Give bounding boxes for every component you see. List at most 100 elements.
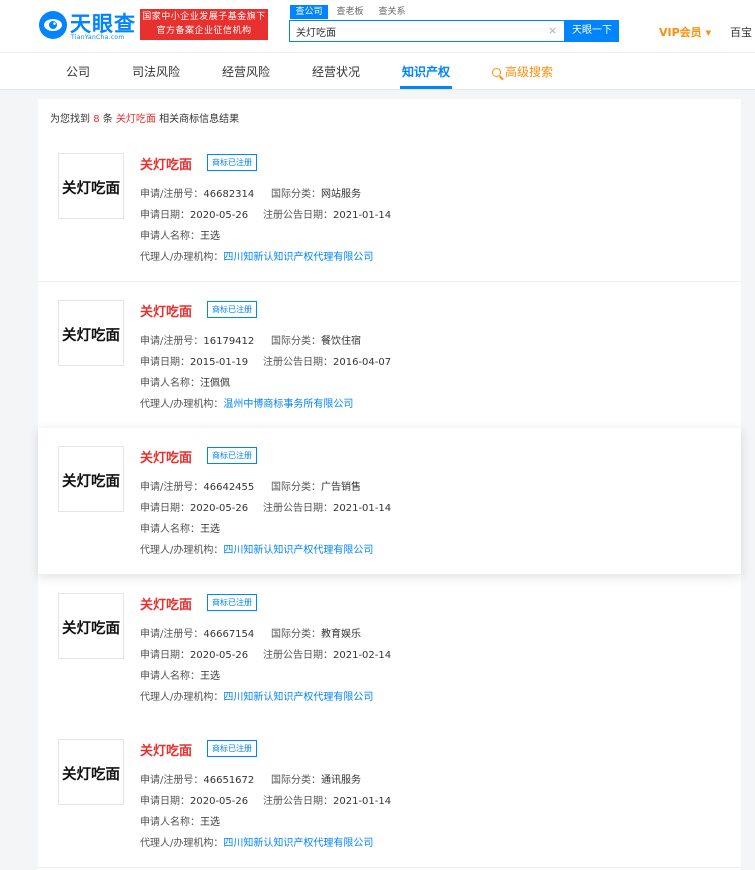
trademark-name[interactable]: 关灯吃面 bbox=[140, 301, 192, 320]
pub-date-value: 2021-02-14 bbox=[333, 650, 392, 661]
nav-intellectual-property[interactable]: 知识产权 bbox=[402, 63, 450, 80]
reg-no-row: 申请/注册号：46642455 国际分类：广告销售 bbox=[140, 478, 361, 493]
agent-row: 代理人/办理机构：四川知新认知识产权代理有限公司 bbox=[140, 688, 373, 703]
result-keyword: 关灯吃面 bbox=[115, 114, 156, 125]
apply-date-value: 2020-05-26 bbox=[190, 210, 249, 221]
reg-no-label: 申请/注册号： bbox=[140, 336, 204, 347]
tab-search-boss[interactable]: 查老板 bbox=[332, 5, 368, 19]
agent-row: 代理人/办理机构：温州中博商标事务所有限公司 bbox=[140, 395, 353, 410]
date-row: 申请日期：2020-05-26 注册公告日期：2021-01-14 bbox=[140, 792, 391, 807]
reg-no-row: 申请/注册号：46651672 国际分类：通讯服务 bbox=[140, 771, 361, 786]
trademark-item[interactable]: 关灯吃面 关灯吃面 商标已注册 申请/注册号：46651672 国际分类：通讯服… bbox=[38, 721, 741, 868]
logo-subtitle: TianYanCha.com bbox=[71, 34, 125, 41]
trademark-item[interactable]: 关灯吃面 关灯吃面 商标已注册 申请/注册号：46667154 国际分类：教育娱… bbox=[38, 575, 741, 722]
trademark-results-panel: 为您找到 8 条 关灯吃面 相关商标信息结果 关灯吃面 关灯吃面 商标已注册 申… bbox=[38, 99, 741, 870]
agent-link[interactable]: 四川知新认知识产权代理有限公司 bbox=[223, 692, 373, 703]
apply-date-value: 2015-01-19 bbox=[190, 357, 249, 368]
reg-no-row: 申请/注册号：46682314 国际分类：网站服务 bbox=[140, 185, 361, 200]
intl-class-label: 国际分类： bbox=[271, 189, 321, 200]
trademark-image[interactable]: 关灯吃面 bbox=[58, 300, 124, 366]
intl-class-value: 餐饮住宿 bbox=[321, 336, 361, 347]
reg-no-row: 申请/注册号：16179412 国际分类：餐饮住宿 bbox=[140, 332, 361, 347]
trademark-logo: 关灯吃面 bbox=[62, 326, 120, 344]
trademark-logo-text: 关灯吃面 bbox=[62, 619, 120, 637]
search-button[interactable]: 天眼一下 bbox=[565, 20, 619, 42]
intl-class-value: 广告销售 bbox=[321, 482, 361, 493]
trademark-logo-text: 关灯吃面 bbox=[62, 472, 120, 490]
trademark-logo: 关灯吃面 bbox=[62, 472, 120, 490]
caret-down-icon: ▼ bbox=[705, 29, 712, 37]
applicant-value: 汪佩佩 bbox=[200, 378, 230, 389]
summary-prefix: 为您找到 bbox=[50, 114, 90, 125]
intl-class-label: 国际分类： bbox=[271, 482, 321, 493]
trademark-logo: 关灯吃面 bbox=[62, 765, 120, 783]
nav-operation-risk[interactable]: 经营风险 bbox=[222, 63, 270, 80]
pub-date-label: 注册公告日期： bbox=[263, 650, 333, 661]
agent-link[interactable]: 温州中博商标事务所有限公司 bbox=[223, 399, 353, 410]
vip-menu[interactable]: VIP会员 ▼ bbox=[659, 24, 711, 40]
apply-date-label: 申请日期： bbox=[140, 503, 190, 514]
pub-date-field: 注册公告日期：2016-04-07 bbox=[263, 353, 391, 368]
intl-class-label: 国际分类： bbox=[271, 336, 321, 347]
reg-no-label: 申请/注册号： bbox=[140, 775, 204, 786]
baibao-link[interactable]: 百宝 bbox=[730, 24, 752, 40]
clear-icon[interactable]: × bbox=[548, 24, 557, 38]
nav-company[interactable]: 公司 bbox=[66, 63, 90, 80]
agent-link[interactable]: 四川知新认知识产权代理有限公司 bbox=[223, 838, 373, 849]
trademark-name[interactable]: 关灯吃面 bbox=[140, 447, 192, 466]
agent-row: 代理人/办理机构：四川知新认知识产权代理有限公司 bbox=[140, 541, 373, 556]
nav-operation-status[interactable]: 经营状况 bbox=[312, 63, 360, 80]
status-badge: 商标已注册 bbox=[207, 594, 257, 611]
trademark-logo-text: 关灯吃面 bbox=[62, 765, 120, 783]
trademark-image[interactable]: 关灯吃面 bbox=[58, 153, 124, 219]
intl-class-field: 国际分类：广告销售 bbox=[271, 478, 361, 493]
pub-date-label: 注册公告日期： bbox=[263, 357, 333, 368]
tab-search-company[interactable]: 查公司 bbox=[290, 5, 328, 19]
intl-class-field: 国际分类：教育娱乐 bbox=[271, 625, 361, 640]
pub-date-field: 注册公告日期：2021-02-14 bbox=[263, 646, 391, 661]
applicant-label: 申请人名称： bbox=[140, 231, 200, 242]
pub-date-label: 注册公告日期： bbox=[263, 503, 333, 514]
search-input[interactable] bbox=[290, 21, 540, 41]
date-row: 申请日期：2020-05-26 注册公告日期：2021-01-14 bbox=[140, 499, 391, 514]
reg-no-value: 46682314 bbox=[203, 189, 255, 200]
apply-date-label: 申请日期： bbox=[140, 357, 190, 368]
trademark-name[interactable]: 关灯吃面 bbox=[140, 594, 192, 613]
pub-date-field: 注册公告日期：2021-01-14 bbox=[263, 792, 391, 807]
trademark-image[interactable]: 关灯吃面 bbox=[58, 593, 124, 659]
agent-label: 代理人/办理机构： bbox=[140, 252, 224, 263]
pub-date-value: 2021-01-14 bbox=[333, 796, 392, 807]
nav-legal-risk[interactable]: 司法风险 bbox=[132, 63, 180, 80]
trademark-logo-text: 关灯吃面 bbox=[62, 179, 120, 197]
tianyancha-logo[interactable]: 天眼查 TianYanCha.com bbox=[38, 8, 135, 44]
intl-class-value: 通讯服务 bbox=[321, 775, 361, 786]
trademark-item[interactable]: 关灯吃面 关灯吃面 商标已注册 申请/注册号：46642455 国际分类：广告销… bbox=[38, 428, 741, 575]
status-badge: 商标已注册 bbox=[207, 154, 257, 171]
apply-date-value: 2020-05-26 bbox=[190, 796, 249, 807]
agent-link[interactable]: 四川知新认知识产权代理有限公司 bbox=[223, 545, 373, 556]
reg-no-value: 46651672 bbox=[203, 775, 255, 786]
applicant-label: 申请人名称： bbox=[140, 378, 200, 389]
agent-link[interactable]: 四川知新认知识产权代理有限公司 bbox=[223, 252, 373, 263]
apply-date-label: 申请日期： bbox=[140, 210, 190, 221]
applicant-row: 申请人名称：王选 bbox=[140, 520, 220, 535]
trademark-image[interactable]: 关灯吃面 bbox=[58, 446, 124, 512]
agent-row: 代理人/办理机构：四川知新认知识产权代理有限公司 bbox=[140, 248, 373, 263]
apply-date-label: 申请日期： bbox=[140, 650, 190, 661]
trademark-item[interactable]: 关灯吃面 关灯吃面 商标已注册 申请/注册号：16179412 国际分类：餐饮住… bbox=[38, 282, 741, 429]
reg-no-value: 46667154 bbox=[203, 629, 255, 640]
official-banner[interactable]: 国家中小企业发展子基金旗下 官方备案企业征信机构 bbox=[140, 9, 268, 40]
applicant-value: 王选 bbox=[200, 524, 220, 535]
trademark-image[interactable]: 关灯吃面 bbox=[58, 739, 124, 805]
trademark-name[interactable]: 关灯吃面 bbox=[140, 740, 192, 759]
trademark-item[interactable]: 关灯吃面 关灯吃面 商标已注册 申请/注册号：46682314 国际分类：网站服… bbox=[38, 135, 741, 282]
agent-label: 代理人/办理机构： bbox=[140, 692, 224, 703]
summary-unit: 条 bbox=[102, 114, 113, 125]
pub-date-field: 注册公告日期：2021-01-14 bbox=[263, 499, 391, 514]
trademark-logo: 关灯吃面 bbox=[62, 179, 120, 197]
applicant-value: 王选 bbox=[200, 231, 220, 242]
trademark-name[interactable]: 关灯吃面 bbox=[140, 154, 192, 173]
tab-search-relation[interactable]: 查关系 bbox=[374, 5, 410, 19]
nav-advanced-search[interactable]: 高级搜索 bbox=[492, 63, 553, 80]
applicant-row: 申请人名称：王选 bbox=[140, 227, 220, 242]
